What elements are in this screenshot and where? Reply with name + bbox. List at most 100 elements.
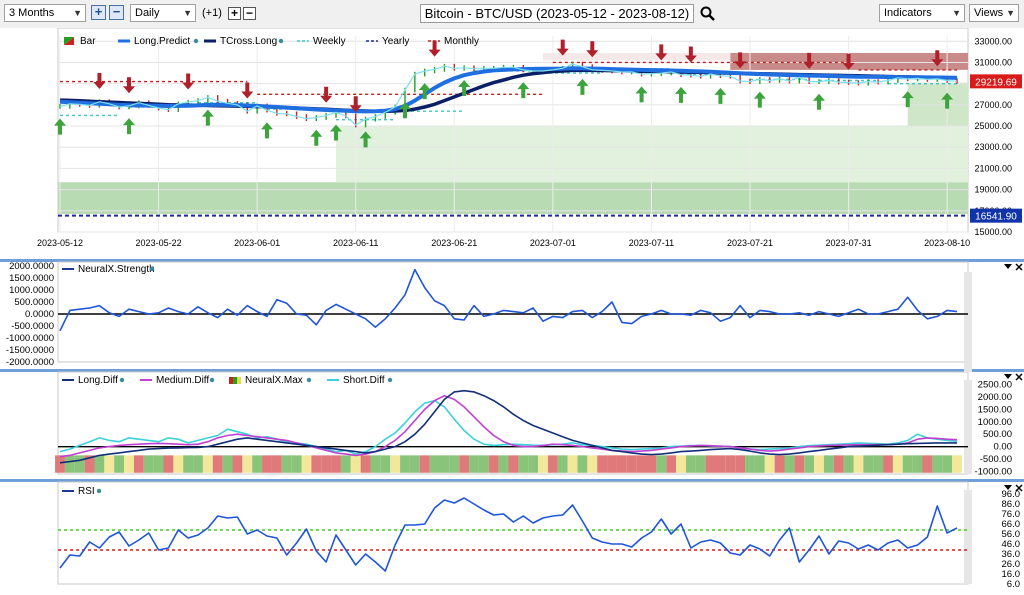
neuralx-max-block <box>745 455 755 473</box>
neuralx-max-block <box>74 455 85 473</box>
neuralx-max-legend-swatch <box>229 377 233 384</box>
neuralx-max-block <box>469 455 479 473</box>
diff-legend-label: Medium.Diff <box>156 375 209 386</box>
diff-legend-label: Long.Diff <box>78 375 118 386</box>
price-x-tick: 2023-07-11 <box>629 238 674 248</box>
neuralx-legend-label: NeuralX.Strength <box>78 264 155 275</box>
neuralx-max-block <box>883 455 893 473</box>
diff-legend-label: Short.Diff <box>343 375 385 386</box>
neuralx-max-block <box>616 455 627 473</box>
price-x-tick: 2023-08-10 <box>924 238 970 248</box>
neuralx-max-block <box>232 455 243 473</box>
neuralx-max-block <box>547 455 558 473</box>
neuralx-max-block <box>833 455 844 473</box>
search-icon[interactable] <box>700 6 716 22</box>
neuralx-max-block <box>104 455 115 473</box>
neuralx-max-block <box>695 455 706 473</box>
neuralx-max-block <box>853 455 864 473</box>
offset-plus-button[interactable]: + <box>228 7 241 20</box>
panel-scrollbar-0[interactable] <box>964 272 972 372</box>
chevron-down-icon: ▼ <box>73 8 82 18</box>
neuralx-max-block <box>823 455 834 473</box>
neuralx-max-block <box>577 455 588 473</box>
neuralx-max-block <box>538 455 548 473</box>
views-select[interactable]: Views ▼ <box>969 4 1019 22</box>
zoom-in-button[interactable]: + <box>91 5 106 20</box>
neuralx-max-block <box>262 455 272 473</box>
neuralx-max-block <box>488 455 499 473</box>
neuralx-max-block <box>597 455 608 473</box>
price-legend-label: Monthly <box>444 36 479 47</box>
diff-y-tick: 1000.00 <box>978 417 1012 428</box>
neuralx-max-block <box>567 455 578 473</box>
neuralx-max-block <box>419 455 430 473</box>
interval-select[interactable]: Daily ▼ <box>130 4 196 22</box>
neuralx-max-block <box>715 455 726 473</box>
diff-y-tick: 2500.00 <box>978 379 1012 390</box>
panel-scrollbar-2[interactable] <box>964 490 972 584</box>
panel-background-3 <box>0 482 1024 592</box>
neuralx-max-block <box>301 455 312 473</box>
diff-y-tick: -500.00 <box>980 454 1012 465</box>
price-x-tick: 2023-06-11 <box>333 238 378 248</box>
neuralx-max-block <box>380 455 391 473</box>
neuralx-max-block <box>124 455 134 473</box>
instrument-title[interactable]: Bitcoin - BTC/USD (2023-05-12 - 2023-08-… <box>420 4 694 23</box>
neuralx-max-block <box>222 455 233 473</box>
toolbar: 3 Months ▼ + − Daily ▼ (+1) + − Bitcoin … <box>0 0 1024 29</box>
diff-y-tick: 0.00 <box>994 442 1013 453</box>
chart-svg[interactable]: 33000.0031000.0029000.0027000.0025000.00… <box>0 27 1024 592</box>
chevron-down-icon: ▼ <box>1006 8 1015 18</box>
panel-scrollbar-1[interactable] <box>964 380 972 474</box>
neuralx-max-block <box>912 455 923 473</box>
price-legend-label: Weekly <box>313 36 346 47</box>
price-y-tick: 31000.00 <box>974 57 1012 67</box>
price-y-tick: 25000.00 <box>974 121 1012 131</box>
zoom-out-button[interactable]: − <box>109 5 124 20</box>
neuralx-max-block <box>863 455 874 473</box>
neuralx-max-block <box>133 455 144 473</box>
neuralx-y-tick: -500.0000 <box>11 321 54 332</box>
info-dot-icon[interactable] <box>119 377 125 383</box>
neuralx-max-block <box>725 455 736 473</box>
period-select-value: 3 Months <box>9 7 55 19</box>
support-zone <box>58 182 968 214</box>
neuralx-max-block <box>922 455 933 473</box>
chart-area[interactable]: 33000.0031000.0029000.0027000.0025000.00… <box>0 27 1024 592</box>
indicators-select[interactable]: Indicators ▼ <box>879 4 965 22</box>
neuralx-max-block <box>400 455 410 473</box>
info-dot-icon[interactable] <box>193 38 199 44</box>
diff-y-tick: -1000.00 <box>974 467 1012 478</box>
support-zone-right <box>907 82 968 127</box>
neuralx-max-block <box>843 455 854 473</box>
offset-minus-button[interactable]: − <box>243 7 256 20</box>
info-dot-icon[interactable] <box>149 266 155 272</box>
price-y-tick: 21000.00 <box>974 163 1012 173</box>
neuralx-max-block <box>784 455 795 473</box>
neuralx-max-legend-swatch <box>233 377 237 384</box>
neuralx-max-block <box>478 455 489 473</box>
neuralx-max-block <box>252 455 263 473</box>
price-legend-label: Yearly <box>382 36 409 47</box>
neuralx-max-block <box>94 455 105 473</box>
neuralx-max-block <box>409 455 420 473</box>
neuralx-max-block <box>952 455 962 473</box>
price-legend-label: TCross.Long <box>220 36 277 47</box>
neuralx-max-block <box>764 455 775 473</box>
info-dot-icon[interactable] <box>96 488 102 494</box>
neuralx-y-tick: -1500.0000 <box>6 345 54 356</box>
period-select[interactable]: 3 Months ▼ <box>4 4 86 22</box>
neuralx-max-block <box>459 455 470 473</box>
info-dot-icon[interactable] <box>209 377 215 383</box>
neuralx-y-tick: 1000.0000 <box>9 285 54 296</box>
info-dot-icon[interactable] <box>387 377 393 383</box>
neuralx-max-block <box>528 455 539 473</box>
neuralx-max-block <box>163 455 174 473</box>
neuralx-max-block <box>607 455 617 473</box>
info-dot-icon[interactable] <box>278 38 284 44</box>
neuralx-y-tick: 1500.0000 <box>9 273 54 284</box>
neuralx-max-block <box>173 455 184 473</box>
neuralx-max-block <box>656 455 667 473</box>
neuralx-max-block <box>193 455 203 473</box>
info-dot-icon[interactable] <box>306 377 312 383</box>
